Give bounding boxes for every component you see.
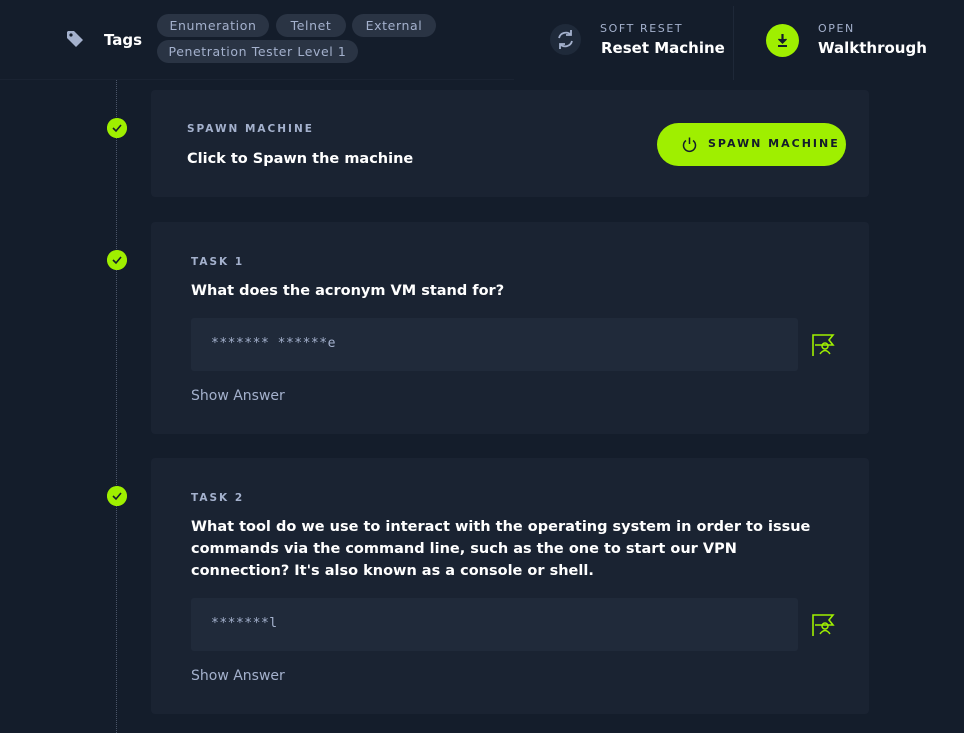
show-answer-link[interactable]: Show Answer <box>191 668 285 684</box>
submit-flag-icon[interactable] <box>811 612 837 638</box>
walkthrough-main-label: Walkthrough <box>818 39 927 57</box>
tag-pill[interactable]: Enumeration <box>157 14 269 37</box>
task-label: TASK 1 <box>191 256 245 268</box>
tag-icon <box>67 31 83 47</box>
refresh-icon <box>550 24 581 55</box>
tags-section: Tags Enumeration Telnet External Penetra… <box>0 0 514 80</box>
power-icon <box>682 137 697 153</box>
tag-pill[interactable]: Telnet <box>276 14 346 37</box>
tags-label: Tags <box>104 31 143 49</box>
task-question-line: commands via the command line, such as t… <box>191 541 737 557</box>
answer-placeholder: *******l <box>211 616 278 631</box>
timeline-line <box>116 80 117 733</box>
spawn-machine-text: Click to Spawn the machine <box>187 151 414 167</box>
walkthrough-sub-label: OPEN <box>818 22 855 35</box>
reset-machine-button[interactable]: SOFT RESET Reset Machine <box>514 0 733 80</box>
show-answer-link[interactable]: Show Answer <box>191 388 285 404</box>
tag-pill[interactable]: Penetration Tester Level 1 <box>157 40 358 63</box>
submit-flag-icon[interactable] <box>811 332 837 358</box>
answer-placeholder: ******* ******e <box>211 336 336 351</box>
top-bar: Tags Enumeration Telnet External Penetra… <box>0 0 964 80</box>
task-question: What does the acronym VM stand for? <box>191 283 505 299</box>
task-card: TASK 2 What tool do we use to interact w… <box>151 458 869 714</box>
spawn-button-label: SPAWN MACHINE <box>708 137 840 150</box>
spawn-machine-card: SPAWN MACHINE Click to Spawn the machine… <box>151 90 869 197</box>
reset-sub-label: SOFT RESET <box>600 22 684 35</box>
check-icon <box>107 118 127 138</box>
spawn-machine-label: SPAWN MACHINE <box>187 123 314 135</box>
tag-pill[interactable]: External <box>352 14 436 37</box>
check-icon <box>107 250 127 270</box>
task-label: TASK 2 <box>191 492 245 504</box>
task-question-line: connection? It's also known as a console… <box>191 563 594 579</box>
answer-field[interactable]: *******l <box>191 598 798 651</box>
download-icon <box>766 24 799 57</box>
walkthrough-button[interactable]: OPEN Walkthrough <box>734 0 964 80</box>
spawn-machine-button[interactable]: SPAWN MACHINE <box>657 123 846 166</box>
check-icon <box>107 486 127 506</box>
task-question-line: What tool do we use to interact with the… <box>191 519 811 535</box>
answer-field[interactable]: ******* ******e <box>191 318 798 371</box>
reset-main-label: Reset Machine <box>601 39 725 57</box>
task-card: TASK 1 What does the acronym VM stand fo… <box>151 222 869 434</box>
